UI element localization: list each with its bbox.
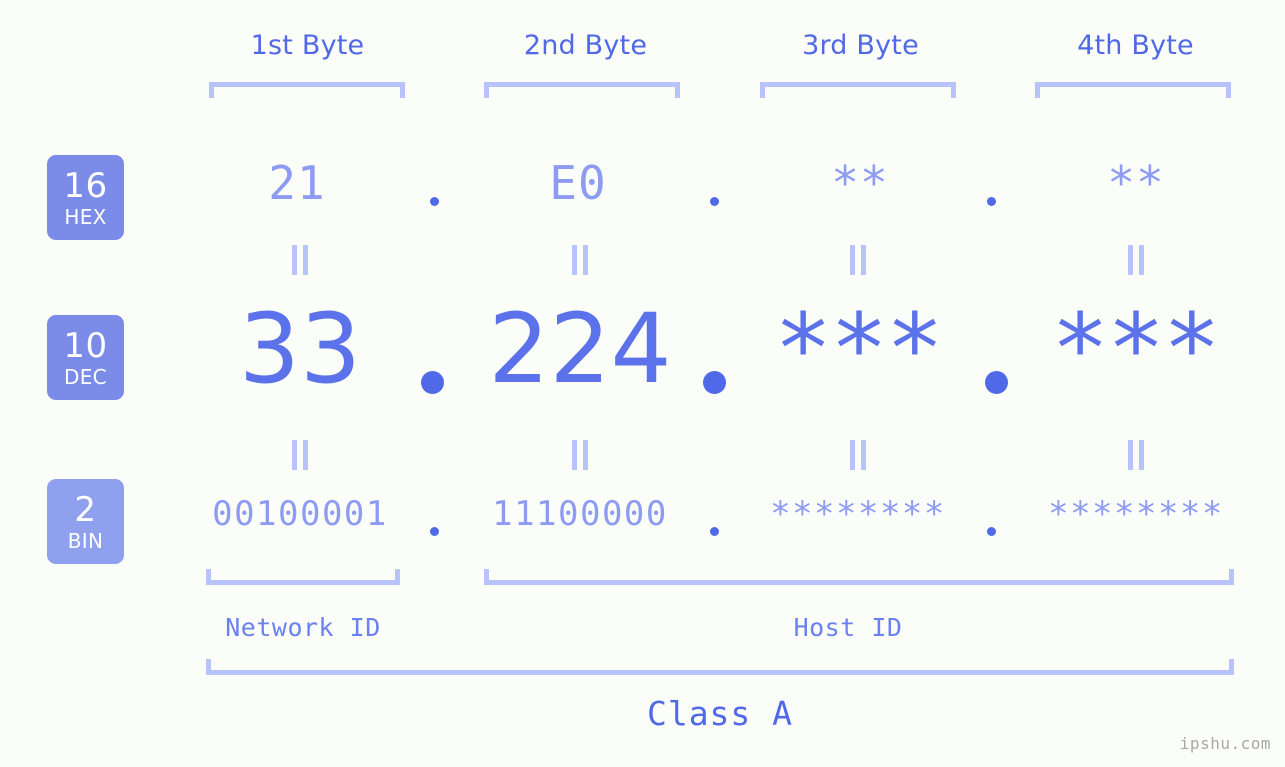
- base-badge-number: 2: [74, 489, 97, 530]
- host-id-bracket: [484, 569, 1234, 585]
- class-label-text: Class A: [646, 694, 794, 733]
- base-badge-abbr: DEC: [64, 364, 107, 389]
- hex-separator-dot-1: [430, 197, 439, 206]
- bin-byte-1: 00100001: [212, 494, 388, 534]
- bin-byte-3: ********: [770, 494, 946, 534]
- base-badge-number: 10: [63, 325, 108, 366]
- equals-connector-hex-dec-1: [291, 245, 309, 275]
- hex-byte-1: 21: [268, 156, 326, 210]
- equals-connector-hex-dec-2: [571, 245, 589, 275]
- base-badge-hex: 16 HEX: [47, 155, 124, 240]
- dec-separator-dot-3: [985, 371, 1008, 394]
- network-id-bracket: [206, 569, 400, 585]
- bin-separator-dot-3: [987, 527, 996, 536]
- bin-separator-dot-1: [430, 527, 439, 536]
- class-bracket: [206, 659, 1234, 675]
- byte-header-label: 1st Byte: [250, 30, 365, 61]
- equals-connector-hex-dec-4: [1127, 245, 1145, 275]
- byte-header-label: 4th Byte: [1077, 30, 1194, 61]
- base-badge-number: 16: [63, 165, 108, 206]
- dec-byte-4: ***: [1051, 293, 1220, 405]
- equals-connector-dec-bin-4: [1127, 440, 1145, 470]
- byte-header-label: 2nd Byte: [523, 30, 648, 61]
- hex-byte-3: **: [831, 156, 889, 210]
- equals-connector-dec-bin-3: [849, 440, 867, 470]
- byte-bracket-3: [760, 82, 956, 98]
- byte-header-3: 3rd Byte: [743, 30, 978, 61]
- base-badge-abbr: BIN: [67, 528, 104, 553]
- hex-separator-dot-2: [710, 197, 719, 206]
- network-id-text: Network ID: [225, 613, 381, 642]
- equals-connector-hex-dec-3: [849, 245, 867, 275]
- byte-header-1: 1st Byte: [190, 30, 425, 61]
- ip-byte-breakdown-diagram: 1st Byte 2nd Byte 3rd Byte 4th Byte 16 H…: [0, 0, 1285, 767]
- site-watermark: ipshu.com: [1179, 734, 1271, 753]
- class-label: Class A: [520, 694, 920, 733]
- byte-bracket-2: [484, 82, 680, 98]
- bin-byte-2: 11100000: [492, 494, 668, 534]
- hex-byte-4: **: [1107, 156, 1165, 210]
- byte-bracket-1: [209, 82, 405, 98]
- network-id-label: Network ID: [203, 613, 403, 642]
- bin-separator-dot-2: [710, 527, 719, 536]
- dec-byte-3: ***: [774, 293, 943, 405]
- dec-separator-dot-2: [703, 371, 726, 394]
- byte-header-4: 4th Byte: [1018, 30, 1253, 61]
- byte-header-label: 3rd Byte: [802, 30, 919, 61]
- host-id-text: Host ID: [793, 613, 903, 642]
- bin-byte-4: ********: [1048, 494, 1224, 534]
- hex-separator-dot-3: [987, 197, 996, 206]
- host-id-label: Host ID: [748, 613, 948, 642]
- equals-connector-dec-bin-1: [291, 440, 309, 470]
- dec-byte-2: 224: [488, 293, 672, 405]
- base-badge-bin: 2 BIN: [47, 479, 124, 564]
- byte-bracket-4: [1035, 82, 1231, 98]
- dec-separator-dot-1: [421, 371, 444, 394]
- hex-byte-2: E0: [549, 156, 607, 210]
- dec-byte-1: 33: [238, 293, 362, 405]
- byte-header-2: 2nd Byte: [468, 30, 703, 61]
- equals-connector-dec-bin-2: [571, 440, 589, 470]
- base-badge-dec: 10 DEC: [47, 315, 124, 400]
- base-badge-abbr: HEX: [64, 204, 107, 229]
